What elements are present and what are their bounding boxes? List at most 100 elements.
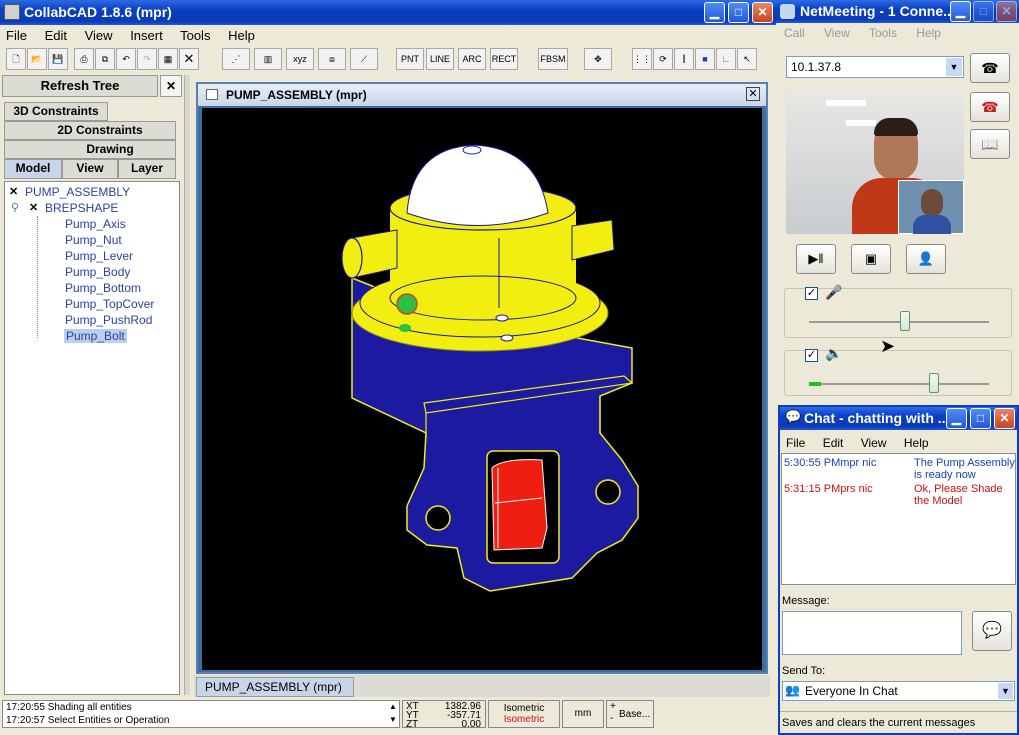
address-combobox[interactable]: 10.1.37.8 ▼ [786,56,964,78]
menu-help[interactable]: Help [904,436,929,450]
maximize-button[interactable]: □ [728,2,749,23]
rect-tool-button[interactable]: RECT [490,48,518,70]
speaker-slider-thumb[interactable] [929,373,939,393]
view-mode[interactable]: Isometric Isometric [488,700,560,728]
delete-icon[interactable]: ✕ [179,48,199,70]
tab-drawing[interactable]: Drawing [4,140,176,159]
tab-3d-constraints[interactable]: 3D Constraints [4,102,108,121]
menu-insert[interactable]: Insert [130,28,163,43]
tree-item[interactable]: Pump_Lever [65,249,133,263]
menu-file[interactable]: File [786,436,805,450]
refresh-tree-button[interactable]: Refresh Tree [2,75,158,97]
menu-view[interactable]: View [85,28,113,43]
open-folder-icon[interactable]: 📂 [27,48,47,70]
scroll-up-icon[interactable]: ▲ [389,702,397,711]
send-to-combobox[interactable]: 👥 Everyone In Chat ▼ [782,681,1015,701]
document-tab[interactable]: PUMP_ASSEMBLY (mpr) [196,677,354,697]
menu-tools[interactable]: Tools [869,26,897,40]
green-bolt [396,293,418,315]
boolean-tool-icon[interactable]: ⧈ [318,48,346,70]
properties-icon[interactable]: ▦ [158,48,178,70]
collabcad-titlebar[interactable]: CollabCAD 1.8.6 (mpr) ▁ □ ✕ [0,0,776,25]
status-log[interactable]: 17:20:55 Shading all entities 17:20:57 S… [2,700,400,728]
close-panel-button[interactable]: ✕ [160,75,182,97]
close-button[interactable]: ✕ [994,408,1015,429]
trim-tool-icon[interactable]: ⟋ [350,48,378,70]
text-tool-icon[interactable]: I [674,48,694,70]
menu-file[interactable]: File [6,28,27,43]
tree-root[interactable]: PUMP_ASSEMBLY [25,185,130,199]
menu-tools[interactable]: Tools [180,28,210,43]
menu-help[interactable]: Help [228,28,255,43]
save-icon[interactable]: 💾 [48,48,68,70]
xyz-tool-icon[interactable]: xyz [286,48,314,70]
speaker-checkbox[interactable]: ✓ [805,349,818,362]
play-pause-button[interactable]: ▶‖ [796,244,836,274]
pointer-icon[interactable]: ↖ [737,48,757,70]
chevron-down-icon[interactable]: ▼ [946,58,962,76]
chevron-down-icon[interactable]: ▼ [998,683,1013,699]
pip-body [913,215,951,234]
place-call-button[interactable]: ☎ [970,53,1010,83]
base-box[interactable]: + - Base... [606,700,654,728]
grid-icon[interactable]: ⋮⋮ [632,48,652,70]
chat-titlebar[interactable]: 💬 Chat - chatting with ... ▁ □ ✕ [780,407,1017,430]
menu-edit[interactable]: Edit [45,28,67,43]
netmeeting-titlebar[interactable]: NetMeeting - 1 Conne... ▁ □ ✕ [776,0,1019,23]
menu-call[interactable]: Call [784,26,805,40]
minimize-button[interactable]: ▁ [950,1,971,22]
tree-item[interactable]: Pump_Nut [65,233,122,247]
close-button[interactable]: ✕ [752,2,773,23]
units-box[interactable]: mm [562,700,604,728]
tab-layer[interactable]: Layer [118,159,176,179]
close-icon[interactable]: ✕ [746,87,760,101]
menu-edit[interactable]: Edit [823,436,844,450]
end-call-button[interactable]: ☎ [970,92,1010,122]
copy-icon[interactable]: ⧉ [95,48,115,70]
tree-item[interactable]: Pump_TopCover [65,297,154,311]
mirror-tool-icon[interactable]: ▥ [254,48,282,70]
fbsm-tool-button[interactable]: FBSM [538,48,568,70]
menu-help[interactable]: Help [916,26,941,40]
tree-item[interactable]: Pump_PushRod [65,313,152,327]
undo-icon[interactable]: ↶ [116,48,136,70]
point-tool-button[interactable]: PNT [396,48,424,70]
tree-item[interactable]: Pump_Body [65,265,130,279]
message-sender: mpr nic [840,457,877,469]
tab-view[interactable]: View [62,159,118,179]
message-input[interactable] [782,611,962,655]
print-icon[interactable]: ⎙ [74,48,94,70]
panel-splitter[interactable] [184,75,190,695]
housing-bottom [389,275,577,321]
scroll-down-icon[interactable]: ▼ [389,715,397,724]
mic-slider-thumb[interactable] [900,311,910,331]
tab-model[interactable]: Model [4,159,62,179]
line-tool-button[interactable]: LINE [426,48,454,70]
dimension-icon[interactable]: ∟ [716,48,736,70]
transform-tool-icon[interactable]: ✥ [584,48,612,70]
shade-icon[interactable]: ■ [695,48,715,70]
new-file-icon[interactable]: 🗋 [6,48,26,70]
viewport-titlebar[interactable]: PUMP_ASSEMBLY (mpr) ✕ [198,84,766,106]
menu-view[interactable]: View [861,436,887,450]
tree-item[interactable]: Pump_Axis [65,217,126,231]
picture-in-picture-button[interactable]: ▣ [851,244,891,274]
minimize-button[interactable]: ▁ [946,408,967,429]
select-tool-icon[interactable]: ⋰ [222,48,250,70]
tree-item-selected[interactable]: Pump_Bolt [64,329,127,343]
maximize-button[interactable]: □ [970,408,991,429]
arc-tool-button[interactable]: ARC [458,48,486,70]
minimize-button[interactable]: ▁ [704,2,725,23]
tree-item[interactable]: Pump_Bottom [65,281,141,295]
cad-canvas[interactable] [202,108,762,670]
participants-button[interactable]: 👤 [906,244,946,274]
send-message-button[interactable]: 💬 [972,611,1012,651]
rotate-view-icon[interactable]: ⟳ [653,48,673,70]
tree-brepshape[interactable]: BREPSHAPE [45,201,118,215]
chat-history[interactable]: 5:30:55 PMmpr nic The Pump Assembly is r… [781,453,1016,585]
menu-view[interactable]: View [824,26,850,40]
directory-button[interactable]: 📖 [970,129,1010,159]
tab-2d-constraints[interactable]: 2D Constraints [4,121,176,140]
mic-checkbox[interactable]: ✓ [805,287,818,300]
redo-icon[interactable]: ↷ [137,48,157,70]
